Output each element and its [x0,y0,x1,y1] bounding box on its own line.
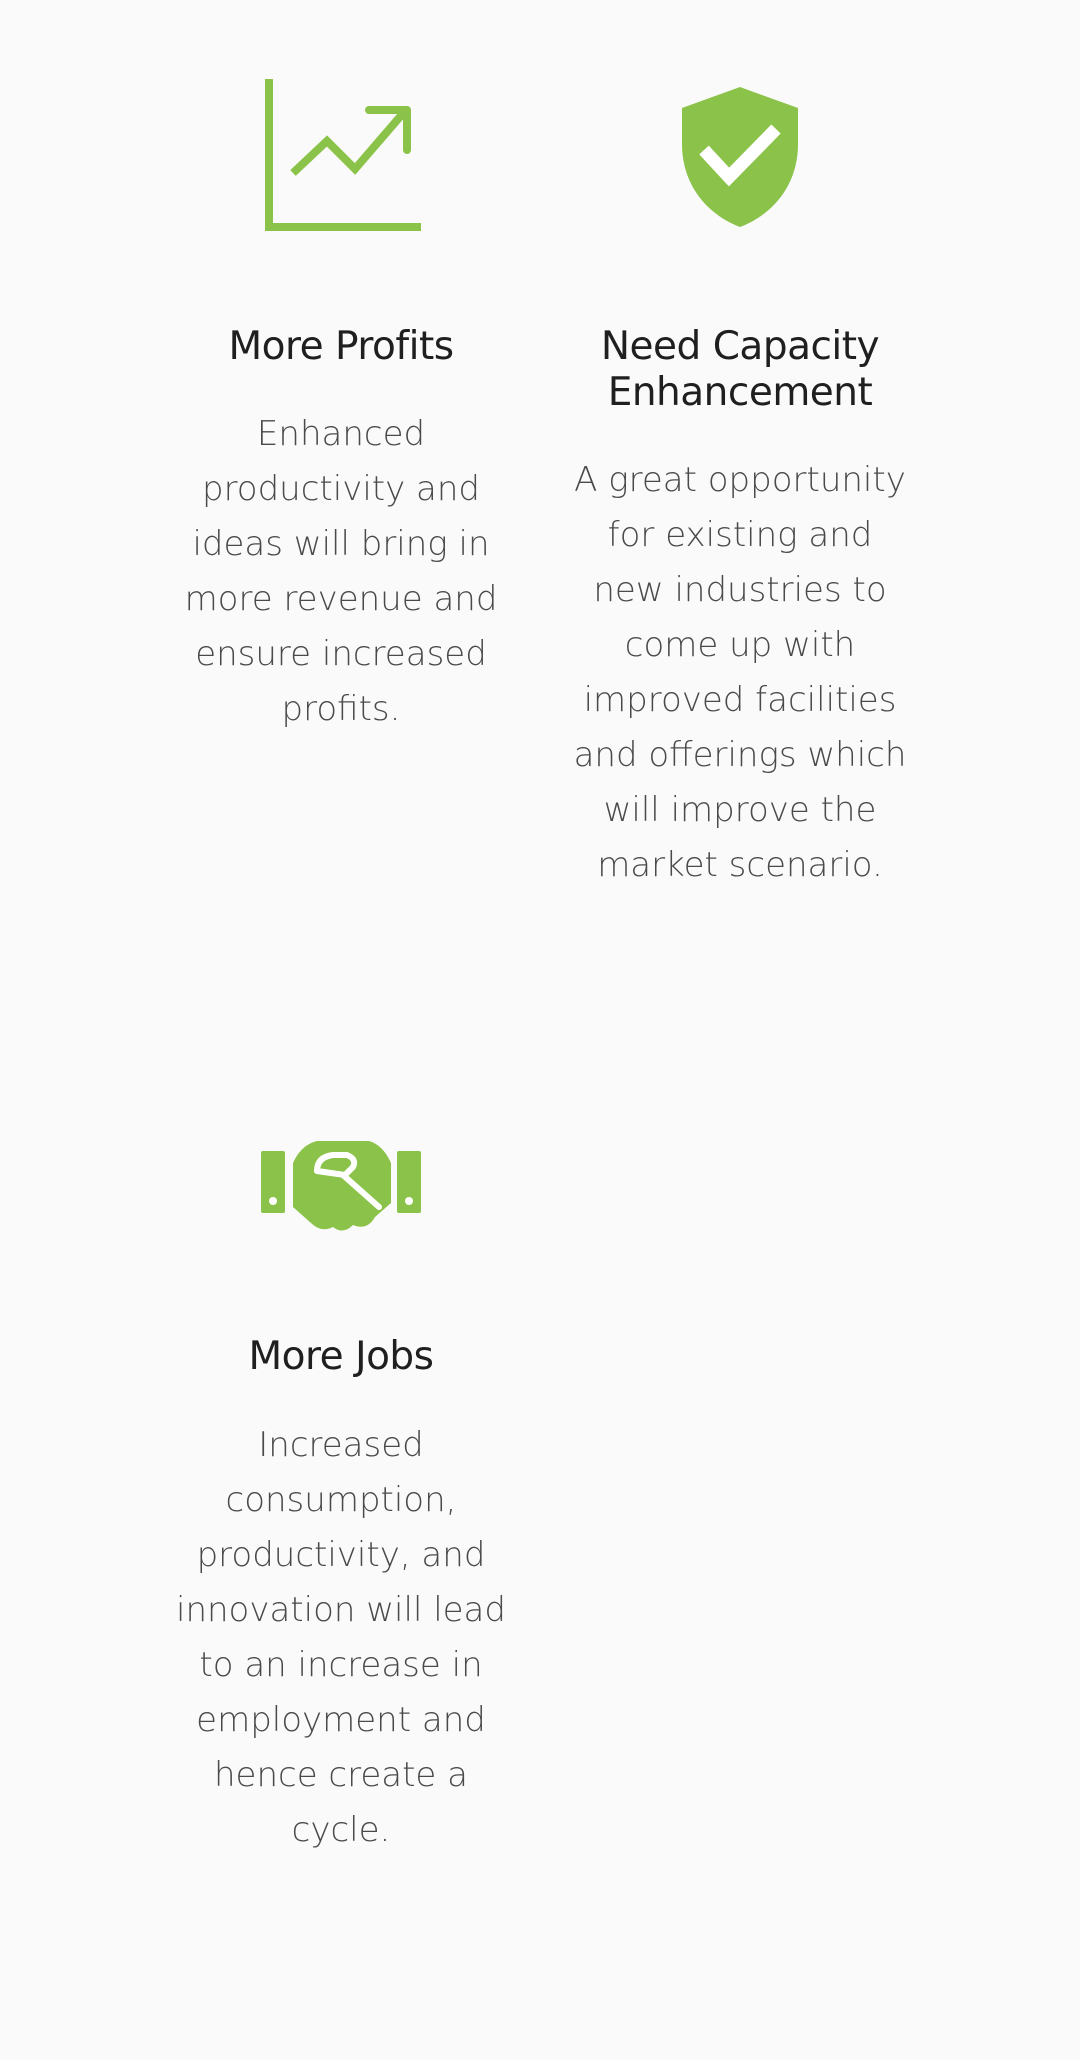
handshake-icon [161,1100,521,1270]
feature-title: More Jobs [248,1334,434,1379]
feature-description: Enhanced productivity and ideas will bri… [184,414,498,729]
feature-title: Need Capacity Enhancement [600,324,880,415]
feature-title: More Profits [228,324,454,369]
features-page: More Profits Enhanced productivity and i… [0,0,1080,2060]
feature-description: A great opportunity for existing and new… [573,460,907,885]
shield-check-icon [560,72,920,242]
chart-line-up-icon [161,70,521,240]
feature-description: Increased consumption, productivity, and… [176,1425,506,1850]
